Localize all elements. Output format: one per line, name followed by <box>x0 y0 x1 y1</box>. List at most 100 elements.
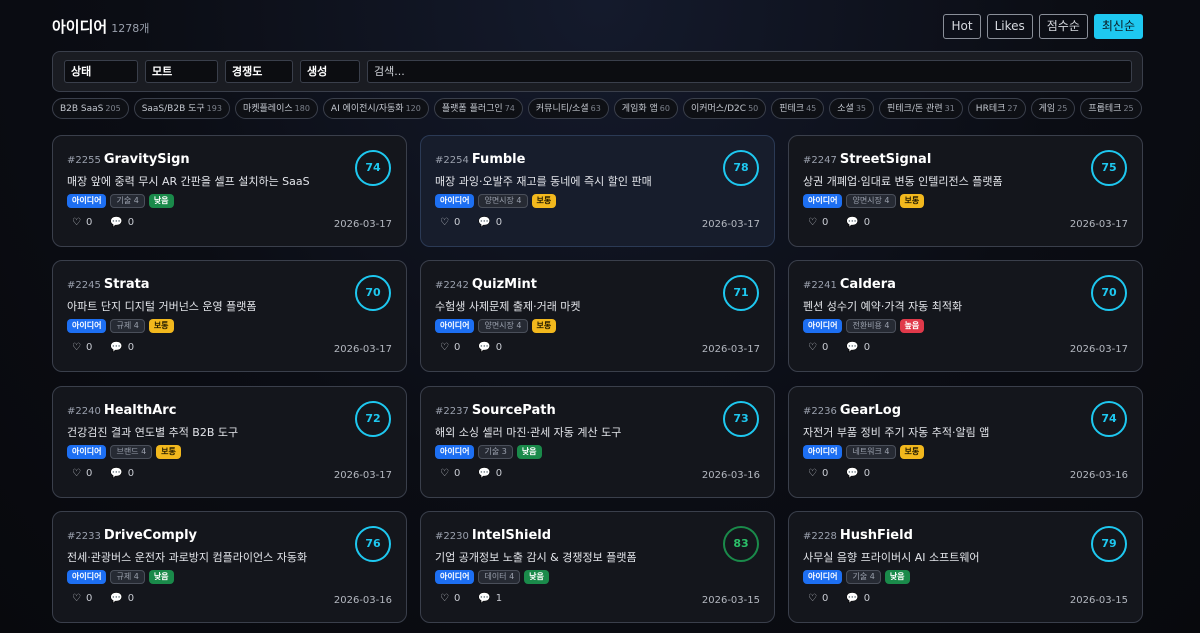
status-filter[interactable]: 상태 <box>64 60 138 83</box>
comment-button[interactable]: 💬 0 <box>110 593 134 604</box>
sort-score-button[interactable]: 점수순 <box>1038 14 1088 39</box>
idea-card[interactable]: #2240 HealthArc 건강검진 결과 연도별 추적 B2B 도구 아이디어 브… <box>52 386 407 498</box>
comment-button[interactable]: 💬 1 <box>478 593 502 604</box>
idea-card[interactable]: #2237 SourcePath 해외 소싱 셀러 마진·관세 자동 계산 도구 아이… <box>420 386 775 498</box>
comment-button[interactable]: 💬 0 <box>478 342 502 353</box>
score-badge: 74 <box>1091 401 1127 437</box>
like-button[interactable]: ♡ 0 <box>440 342 460 353</box>
idea-title: #2233 DriveComply <box>67 528 197 543</box>
mode-badge: 브랜드 4 <box>110 445 153 459</box>
idea-number: #2242 <box>435 280 469 291</box>
idea-title: #2228 HushField <box>803 528 913 543</box>
idea-stats: ♡ 0 💬 0 <box>72 468 134 479</box>
like-button[interactable]: ♡ 0 <box>440 593 460 604</box>
comment-button[interactable]: 💬 0 <box>846 342 870 353</box>
like-count: 0 <box>85 342 93 353</box>
category-chip[interactable]: AI 에이전시/자동화 120 <box>322 98 429 119</box>
comment-button[interactable]: 💬 0 <box>846 217 870 228</box>
mode-badge: 데이터 4 <box>478 570 521 584</box>
comment-button[interactable]: 💬 0 <box>846 468 870 479</box>
like-button[interactable]: ♡ 0 <box>440 217 460 228</box>
idea-description: 해외 소싱 셀러 마진·관세 자동 계산 도구 <box>435 426 622 439</box>
idea-card[interactable]: #2255 GravitySign 매장 앞에 중력 무시 AR 간판을 셀프 설치… <box>52 135 407 247</box>
created-filter[interactable]: 생성 <box>300 60 360 83</box>
sort-hot-button[interactable]: Hot <box>943 14 981 39</box>
competition-filter[interactable]: 경쟁도 <box>225 60 293 83</box>
comment-button[interactable]: 💬 0 <box>110 468 134 479</box>
idea-card[interactable]: #2236 GearLog 자전거 부품 정비 주기 자동 추적·알림 앱 아이디어 네… <box>788 386 1143 498</box>
score-badge: 70 <box>355 275 391 311</box>
comment-button[interactable]: 💬 0 <box>478 468 502 479</box>
status-badge: 아이디어 <box>435 194 475 208</box>
idea-title: #2240 HealthArc <box>67 403 176 418</box>
comment-icon: 💬 <box>110 593 123 604</box>
category-chip-count: 60 <box>659 104 670 113</box>
like-button[interactable]: ♡ 0 <box>72 217 92 228</box>
idea-description: 아파트 단지 디지털 거버넌스 운영 플랫폼 <box>67 300 257 313</box>
heart-icon: ♡ <box>440 217 449 228</box>
like-button[interactable]: ♡ 0 <box>72 593 92 604</box>
score-badge: 83 <box>723 526 759 562</box>
category-chip[interactable]: SaaS/B2B 도구 193 <box>133 98 230 119</box>
like-button[interactable]: ♡ 0 <box>808 593 828 604</box>
category-chip[interactable]: 게임화 앱 60 <box>613 98 678 119</box>
mode-filter[interactable]: 모트 <box>145 60 218 83</box>
comment-icon: 💬 <box>110 217 123 228</box>
mode-badge: 규제 4 <box>110 570 145 584</box>
like-count: 0 <box>453 217 461 228</box>
like-button[interactable]: ♡ 0 <box>808 217 828 228</box>
category-chip[interactable]: 소셜 35 <box>829 98 875 119</box>
idea-card[interactable]: #2241 Caldera 펜션 성수기 예약·가격 자동 최적화 아이디어 전환비용 … <box>788 260 1143 372</box>
like-button[interactable]: ♡ 0 <box>72 342 92 353</box>
category-chip[interactable]: B2B SaaS 205 <box>52 98 129 119</box>
comment-button[interactable]: 💬 0 <box>846 593 870 604</box>
like-button[interactable]: ♡ 0 <box>808 468 828 479</box>
category-chip-label: 마켓플레이스 <box>242 104 293 114</box>
category-chip[interactable]: 핀테크 45 <box>771 98 825 119</box>
idea-tags: 아이디어 브랜드 4 보통 <box>67 445 181 459</box>
idea-card[interactable]: #2254 Fumble 매장 과잉·오발주 재고를 동네에 즉시 할인 판매 아이디… <box>420 135 775 247</box>
category-chip[interactable]: 마켓플레이스 180 <box>234 98 318 119</box>
like-button[interactable]: ♡ 0 <box>72 468 92 479</box>
category-chip[interactable]: 프롭테크 25 <box>1080 98 1142 119</box>
competition-badge: 낮음 <box>148 194 174 208</box>
comment-button[interactable]: 💬 0 <box>110 217 134 228</box>
like-button[interactable]: ♡ 0 <box>440 468 460 479</box>
category-chip[interactable]: 커뮤니티/소셜 63 <box>527 98 609 119</box>
status-badge: 아이디어 <box>803 570 843 584</box>
idea-card[interactable]: #2230 IntelShield 기업 공개정보 노출 감시 & 경쟁정보 플랫폼… <box>420 511 775 623</box>
category-chip-label: 이커머스/D2C <box>690 104 747 114</box>
idea-card[interactable]: #2245 Strata 아파트 단지 디지털 거버넌스 운영 플랫폼 아이디어 규제 … <box>52 260 407 372</box>
idea-card[interactable]: #2233 DriveComply 전세·관광버스 운전자 과로방지 컴플라이언스 … <box>52 511 407 623</box>
sort-latest-button[interactable]: 최신순 <box>1093 14 1143 39</box>
like-button[interactable]: ♡ 0 <box>808 342 828 353</box>
heart-icon: ♡ <box>440 342 449 353</box>
category-chip-count: 120 <box>405 104 421 113</box>
idea-date: 2026-03-17 <box>701 219 760 230</box>
idea-title: #2255 GravitySign <box>67 152 190 167</box>
category-chip[interactable]: HR테크 27 <box>967 98 1026 119</box>
idea-card[interactable]: #2242 QuizMint 수험생 사제문제 출제·거래 마켓 아이디어 양면시장 4… <box>420 260 775 372</box>
idea-title: #2236 GearLog <box>803 403 901 418</box>
category-chip[interactable]: 핀테크/돈 관련 31 <box>879 98 963 119</box>
comment-button[interactable]: 💬 0 <box>478 217 502 228</box>
idea-stats: ♡ 0 💬 0 <box>440 468 502 479</box>
category-chips: B2B SaaS 205 SaaS/B2B 도구 193 마켓플레이스 180 AI 에이전… <box>52 98 1143 120</box>
category-chip[interactable]: 게임 25 <box>1030 98 1076 119</box>
search-input[interactable]: 검색... <box>367 60 1132 83</box>
idea-name: DriveComply <box>103 528 198 543</box>
idea-description: 매장 앞에 중력 무시 AR 간판을 셀프 설치하는 SaaS <box>67 175 310 188</box>
comment-button[interactable]: 💬 0 <box>110 342 134 353</box>
heart-icon: ♡ <box>440 593 449 604</box>
category-chip[interactable]: 이커머스/D2C 50 <box>682 98 767 119</box>
idea-date: 2026-03-17 <box>333 219 392 230</box>
status-badge: 아이디어 <box>67 570 107 584</box>
idea-card[interactable]: #2247 StreetSignal 상권 개폐업·임대료 변동 인텔리전스 플랫폼… <box>788 135 1143 247</box>
idea-card[interactable]: #2228 HushField 사무실 음향 프라이버시 AI 소프트웨어 아이디어 기… <box>788 511 1143 623</box>
status-badge: 아이디어 <box>67 194 107 208</box>
score-badge: 78 <box>723 150 759 186</box>
competition-badge: 낮음 <box>148 570 174 584</box>
sort-likes-button[interactable]: Likes <box>986 14 1033 39</box>
category-chip-label: 소셜 <box>837 104 854 114</box>
category-chip[interactable]: 플랫폼 플러그인 74 <box>433 98 523 119</box>
